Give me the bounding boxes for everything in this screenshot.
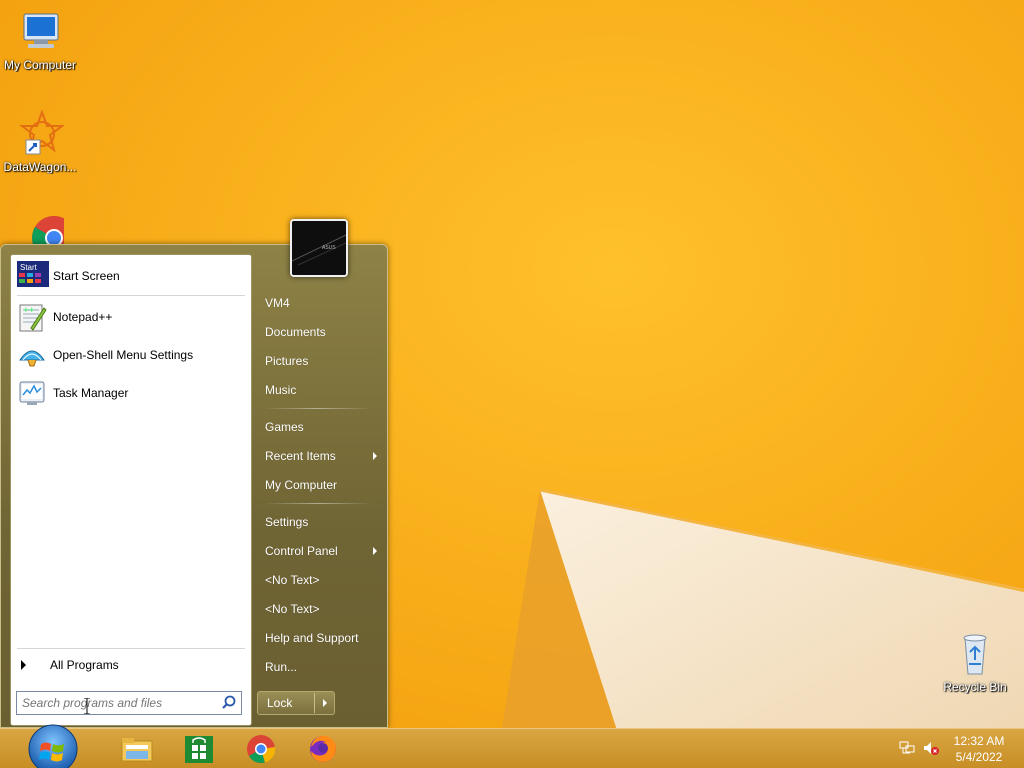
submenu-arrow-icon <box>373 547 377 555</box>
start-right-games[interactable]: Games <box>260 414 380 440</box>
notepadpp-icon: ++ <box>17 302 47 332</box>
start-screen-icon: Start <box>17 261 49 291</box>
desktop-icon-label: DataWagon... <box>3 160 77 174</box>
datawagon-icon <box>16 109 65 158</box>
desktop-icon-recycle-bin[interactable]: Recycle Bin <box>935 630 1015 694</box>
start-right-label: <No Text> <box>265 602 320 616</box>
start-item-notepadpp[interactable]: ++ Notepad++ <box>14 300 248 334</box>
desktop-icon-datawagon[interactable]: DataWagon... <box>0 109 80 174</box>
file-explorer-icon <box>121 738 153 762</box>
start-search-box[interactable] <box>16 691 242 715</box>
start-button[interactable] <box>20 718 86 768</box>
start-right-label: Help and Support <box>265 631 359 645</box>
start-item-start-screen[interactable]: Start Start Screen <box>14 259 248 293</box>
start-right-label: Music <box>265 383 297 397</box>
all-programs-button[interactable]: All Programs <box>14 653 248 677</box>
start-right-label: Recent Items <box>265 449 336 463</box>
start-right-label: Settings <box>265 515 309 529</box>
separator <box>314 693 315 713</box>
start-right-pictures[interactable]: Pictures <box>260 348 380 374</box>
firefox-icon <box>310 735 336 762</box>
task-manager-icon <box>17 378 47 408</box>
start-right-my-computer[interactable]: My Computer <box>260 472 380 498</box>
start-right-no-text-2[interactable]: <No Text> <box>260 596 380 622</box>
start-right-label: VM4 <box>265 296 290 310</box>
start-right-recent-items[interactable]: Recent Items <box>260 443 380 469</box>
start-right-settings[interactable]: Settings <box>260 509 380 535</box>
submenu-arrow-icon <box>373 452 377 460</box>
start-menu: Start Start Screen ++ Notepad++ Open-She… <box>0 244 388 728</box>
user-picture[interactable]: ASUS <box>290 219 348 277</box>
text-cursor-icon <box>84 697 90 715</box>
start-menu-programs-pane: Start Start Screen ++ Notepad++ Open-She… <box>10 254 252 726</box>
start-right-run[interactable]: Run... <box>260 654 380 680</box>
volume-muted-icon[interactable] <box>922 740 940 756</box>
svg-text:++: ++ <box>23 306 35 314</box>
taskbar-file-explorer[interactable] <box>120 733 154 765</box>
start-item-open-shell-settings[interactable]: Open-Shell Menu Settings <box>14 338 248 372</box>
desktop-icon-label: Recycle Bin <box>943 680 1007 694</box>
power-options-arrow-icon[interactable] <box>323 699 327 707</box>
expand-arrow-icon <box>21 660 26 670</box>
start-right-label: <No Text> <box>265 573 320 587</box>
user-picture-brand: ASUS <box>322 245 336 251</box>
lock-button[interactable]: Lock <box>257 691 335 715</box>
recycle-bin-icon <box>951 630 999 678</box>
start-search-input[interactable] <box>17 693 219 713</box>
start-right-music[interactable]: Music <box>260 377 380 403</box>
clock-time: 12:32 AM <box>953 734 1005 748</box>
all-programs-label: All Programs <box>50 658 119 672</box>
start-item-label: Task Manager <box>53 386 129 400</box>
separator <box>263 503 373 504</box>
start-right-label: Control Panel <box>265 544 338 558</box>
taskbar-firefox[interactable] <box>306 733 340 765</box>
start-right-label: Pictures <box>265 354 309 368</box>
network-icon[interactable] <box>898 740 916 756</box>
computer-icon <box>16 8 64 56</box>
chrome-icon <box>247 735 276 764</box>
start-right-label: Games <box>265 420 304 434</box>
separator <box>17 295 245 296</box>
start-right-user-folder[interactable]: VM4 <box>260 290 380 316</box>
start-right-control-panel[interactable]: Control Panel <box>260 538 380 564</box>
start-right-label: Run... <box>265 660 298 674</box>
start-right-documents[interactable]: Documents <box>260 319 380 345</box>
separator <box>17 648 245 649</box>
desktop-icon-my-computer[interactable]: My Computer <box>0 8 80 72</box>
taskbar-store[interactable] <box>182 733 216 765</box>
start-item-task-manager[interactable]: Task Manager <box>14 376 248 410</box>
open-shell-icon <box>17 340 47 370</box>
start-item-label: Start Screen <box>53 269 120 283</box>
lock-label: Lock <box>267 696 293 710</box>
search-icon[interactable] <box>219 693 241 713</box>
start-right-help-support[interactable]: Help and Support <box>260 625 380 651</box>
taskbar-chrome[interactable] <box>244 733 278 765</box>
desktop-icon-label: My Computer <box>3 58 77 72</box>
separator <box>263 408 373 409</box>
store-icon <box>185 736 213 763</box>
start-right-no-text-1[interactable]: <No Text> <box>260 567 380 593</box>
start-item-label: Open-Shell Menu Settings <box>53 348 194 362</box>
start-right-label: My Computer <box>265 478 338 492</box>
clock-date: 5/4/2022 <box>955 750 1003 764</box>
start-screen-badge: Start <box>20 263 38 272</box>
start-right-label: Documents <box>265 325 326 339</box>
taskbar-clock[interactable]: 12:32 AM 5/4/2022 <box>946 733 1012 765</box>
start-item-label: Notepad++ <box>53 310 113 324</box>
